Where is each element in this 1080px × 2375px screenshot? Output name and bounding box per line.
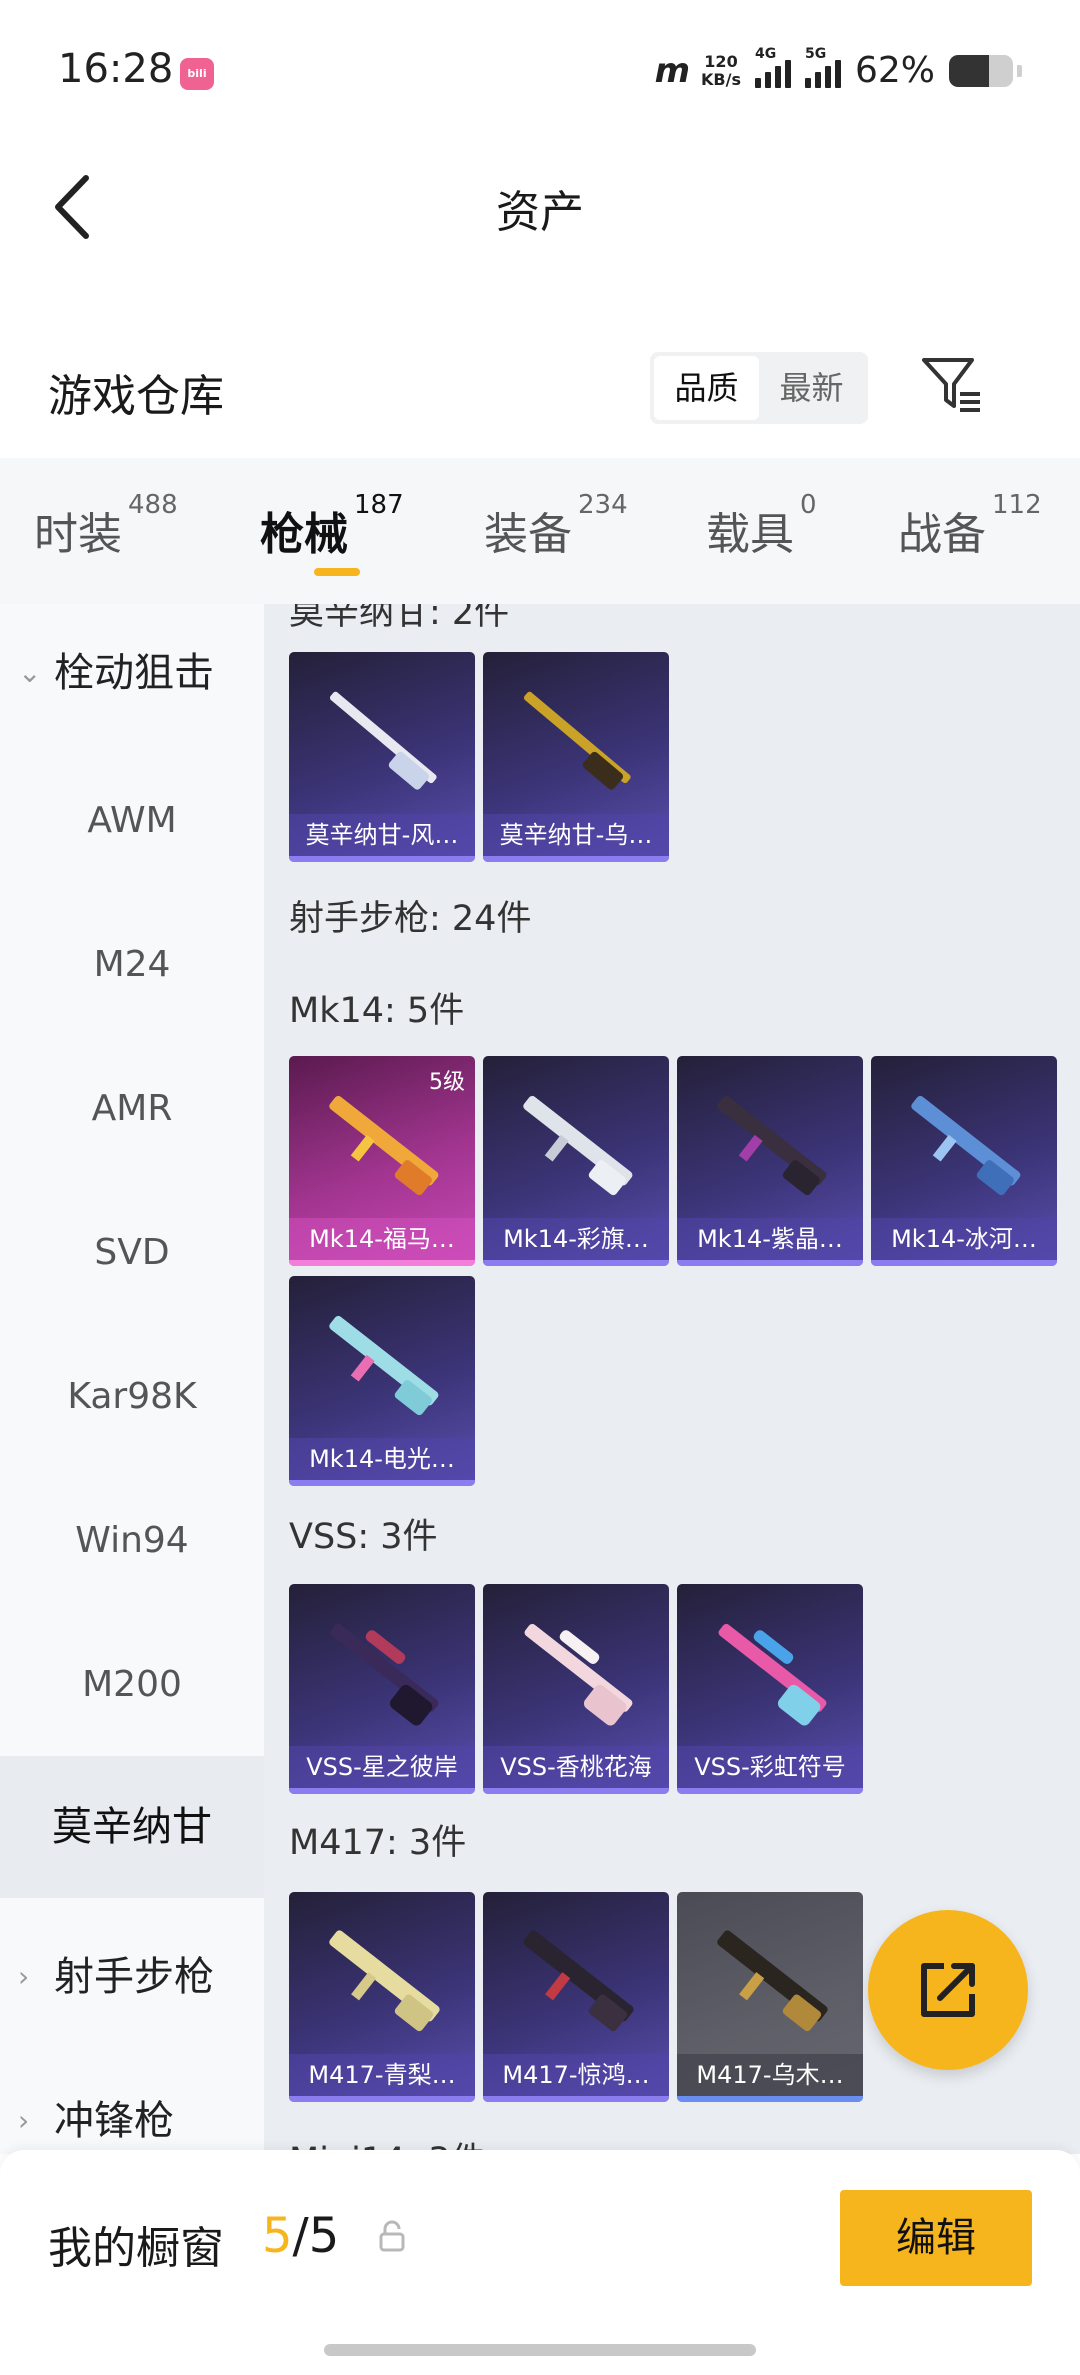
weapon-card[interactable]: Mk14-冰河… xyxy=(871,1056,1057,1266)
sidenav-item-kar98k[interactable]: Kar98K xyxy=(0,1376,264,1417)
sidenav-item-m24[interactable]: M24 xyxy=(0,944,264,985)
weapon-card[interactable]: Mk14-彩旗… xyxy=(483,1056,669,1266)
sidenav-item-svd[interactable]: SVD xyxy=(0,1232,264,1273)
section-label-marksman: 射手步枪: 24件 xyxy=(289,899,532,939)
weapon-card[interactable]: M417-惊鸿… xyxy=(483,1892,669,2102)
rifle-icon xyxy=(717,1930,828,2032)
showcase-title: 我的橱窗 xyxy=(48,2223,224,2274)
sidenav-item-awm[interactable]: AWM xyxy=(0,800,264,841)
tab-vehicles[interactable]: 载具0 xyxy=(706,490,817,562)
tab-active-indicator xyxy=(314,568,360,576)
rifle-icon xyxy=(329,1095,439,1196)
weapon-card[interactable]: VSS-星之彼岸 xyxy=(289,1584,475,1794)
category-tabs: 时装488 枪械187 装备234 载具0 战备112 xyxy=(0,458,1080,604)
weapon-card[interactable]: 5级 Mk14-福马… xyxy=(289,1056,475,1266)
tab-equipment[interactable]: 装备234 xyxy=(484,490,628,562)
section-label-vss: VSS: 3件 xyxy=(289,1517,438,1557)
rifle-icon xyxy=(523,691,631,790)
status-time: 16:28 xyxy=(58,46,174,92)
weapon-sidenav: ⌄ 栓动狙击 AWM M24 AMR SVD Kar98K Win94 M200… xyxy=(0,604,264,2154)
weapon-card[interactable]: M417-青梨… xyxy=(289,1892,475,2102)
share-icon xyxy=(921,1963,975,2017)
rifle-icon xyxy=(718,1623,827,1726)
edit-button[interactable]: 编辑 xyxy=(840,2190,1032,2286)
section-label-m417: M417: 3件 xyxy=(289,1823,467,1863)
rifle-icon xyxy=(717,1095,827,1196)
sidenav-item-win94[interactable]: Win94 xyxy=(0,1520,264,1561)
sort-quality-button[interactable]: 品质 xyxy=(654,356,759,420)
sidenav-item-m200[interactable]: M200 xyxy=(0,1664,264,1705)
rifle-icon xyxy=(524,1623,633,1726)
filter-icon[interactable] xyxy=(920,354,984,418)
sidenav-group-marksman[interactable]: › 射手步枪 xyxy=(18,1944,214,2002)
warehouse-title: 游戏仓库 xyxy=(48,371,224,422)
chevron-right-icon: › xyxy=(18,2104,30,2137)
home-indicator xyxy=(324,2344,756,2356)
weapon-card[interactable]: M417-乌木… xyxy=(677,1892,863,2102)
lock-icon xyxy=(379,2220,405,2252)
network-speed: 120 KB/s xyxy=(701,51,741,89)
rifle-icon xyxy=(911,1095,1021,1196)
weapon-card[interactable]: 莫辛纳甘-乌… xyxy=(483,652,669,862)
rifle-icon xyxy=(329,1315,439,1416)
tab-gear[interactable]: 战备112 xyxy=(898,490,1042,562)
battery-icon xyxy=(949,54,1013,87)
sidenav-item-amr[interactable]: AMR xyxy=(0,1088,264,1129)
weapon-card[interactable]: 莫辛纳甘-风… xyxy=(289,652,475,862)
rifle-icon xyxy=(330,1623,439,1726)
rifle-icon xyxy=(523,1095,633,1196)
weapon-card[interactable]: VSS-香桃花海 xyxy=(483,1584,669,1794)
weapon-card[interactable]: VSS-彩虹符号 xyxy=(677,1584,863,1794)
tab-outfit[interactable]: 时装488 xyxy=(34,490,178,562)
battery-percent: 62% xyxy=(854,50,935,91)
page-title: 资产 xyxy=(496,187,584,238)
bilibili-icon: bili xyxy=(180,58,214,90)
sidenav-group-smg[interactable]: › 冲锋枪 xyxy=(18,2088,174,2146)
weapon-card[interactable]: Mk14-紫晶… xyxy=(677,1056,863,1266)
carrier-logo-icon: m xyxy=(654,50,690,91)
chevron-right-icon: › xyxy=(18,1960,30,1993)
chevron-down-icon: ⌄ xyxy=(18,656,42,689)
sort-latest-button[interactable]: 最新 xyxy=(759,356,864,420)
title-bar: 资产 xyxy=(0,150,1080,260)
signal-5g-icon: 5G xyxy=(804,46,841,88)
tab-guns[interactable]: 枪械187 xyxy=(260,490,404,562)
sidenav-item-mosin[interactable]: 莫辛纳甘 xyxy=(0,1756,264,1898)
warehouse-header: 游戏仓库 品质 最新 xyxy=(0,330,1080,450)
status-bar: 16:28 bili m 120 KB/s 4G 5G 62% xyxy=(0,0,1080,150)
showcase-count: 5/5 xyxy=(262,2208,340,2264)
share-button[interactable] xyxy=(868,1910,1028,2070)
weapon-card[interactable]: Mk14-电光… xyxy=(289,1276,475,1486)
rifle-icon xyxy=(329,691,437,790)
rifle-icon xyxy=(523,1930,634,2032)
rifle-icon xyxy=(329,1930,440,2032)
sort-toggle: 品质 最新 xyxy=(650,352,868,424)
section-label-mosin: 莫辛纳甘: 2件 xyxy=(289,604,510,633)
sidenav-group-bolt[interactable]: ⌄ 栓动狙击 xyxy=(18,640,214,698)
signal-4g-icon: 4G xyxy=(754,46,791,88)
status-icons: m 120 KB/s 4G 5G 62% xyxy=(654,46,1022,91)
showcase-bar: 我的橱窗 5/5 编辑 xyxy=(0,2150,1080,2375)
section-label-mk14: Mk14: 5件 xyxy=(289,991,465,1031)
